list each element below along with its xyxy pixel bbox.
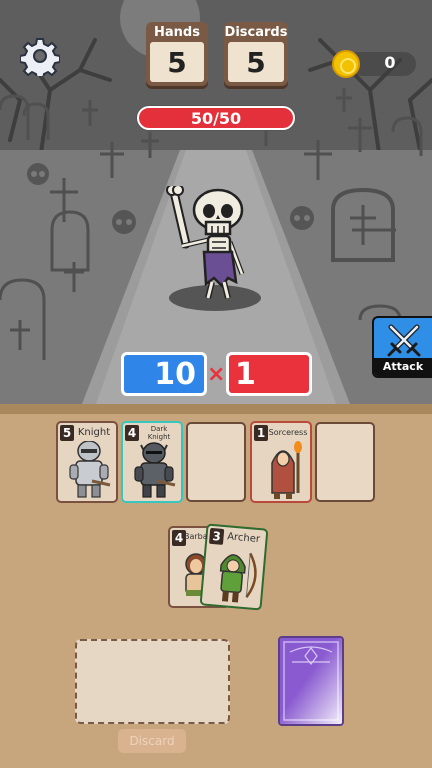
crossed-swords-icon [387, 324, 421, 357]
settings-gear-icon[interactable] [20, 36, 60, 76]
coin-icon [332, 50, 360, 78]
discards-counter: Discards 5 [224, 22, 288, 86]
sorceress-portrait-icon [271, 441, 302, 499]
coin-count: 0 [384, 53, 396, 72]
card-name: Dark Knight [147, 425, 171, 441]
attack-label: Attack [374, 358, 432, 376]
mult-score: 1 [226, 352, 312, 396]
draw-deck[interactable] [278, 636, 344, 726]
played-card-sorceress[interactable]: 1 Sorceress [250, 421, 312, 503]
chips-value: 10 [154, 356, 196, 392]
mult-value: 1 [235, 356, 256, 392]
discard-button[interactable]: Discard [118, 729, 186, 753]
card-cost: 4 [125, 425, 139, 441]
attack-button[interactable]: Attack [372, 316, 432, 378]
multiply-sign: × [207, 362, 226, 387]
chips-score: 10 [121, 352, 207, 396]
card-cost: 1 [254, 425, 268, 441]
dark-knight-portrait-icon [134, 442, 176, 498]
discard-drop-zone[interactable] [75, 639, 230, 724]
card-back-icon [280, 638, 342, 724]
card-name: Barba [184, 532, 208, 541]
archer-portrait-icon [219, 552, 257, 603]
card-name: Archer [226, 531, 261, 546]
played-card-knight[interactable]: 5 Knight [56, 421, 118, 503]
hands-counter: Hands 5 [146, 22, 208, 86]
discards-value: 5 [228, 42, 284, 82]
card-cost: 5 [60, 425, 74, 441]
battle-scene: Hands 5 Discards 5 0 50/50 10 × 1 Attack [0, 0, 432, 404]
card-name: Knight [77, 427, 111, 438]
enemy-hp-text: 50/50 [190, 108, 242, 128]
hands-label: Hands [154, 25, 200, 40]
hands-value: 5 [150, 42, 204, 82]
knight-portrait-icon [69, 441, 111, 498]
enemy-hp-bar: 50/50 [137, 106, 295, 130]
empty-card-slot[interactable] [186, 422, 246, 502]
card-name: Sorceress [268, 428, 308, 437]
played-card-dark-knight[interactable]: 4 Dark Knight [121, 421, 183, 503]
empty-card-slot[interactable] [315, 422, 375, 502]
skeleton-enemy[interactable] [160, 186, 260, 302]
discards-label: Discards [224, 25, 288, 40]
